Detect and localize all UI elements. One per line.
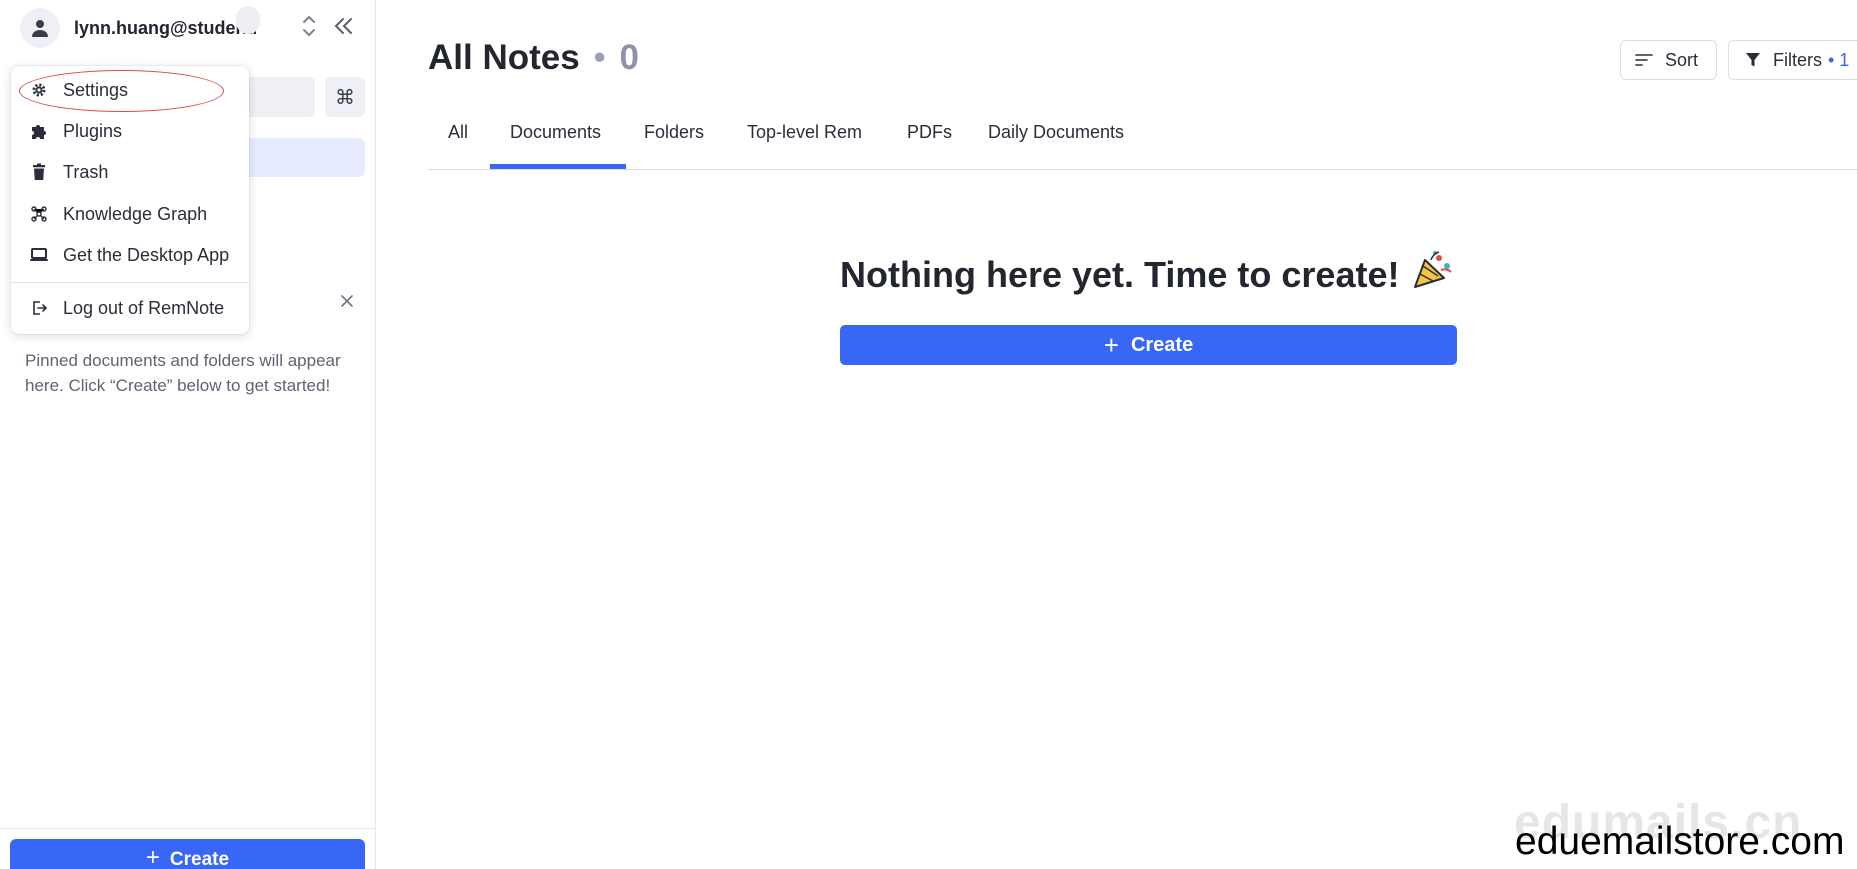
chevron-updown-icon[interactable] [300,13,318,44]
sort-button[interactable]: Sort [1620,40,1717,80]
sidebar-create-button[interactable]: + Create [10,839,365,869]
notes-count: 0 [619,38,639,77]
tab-label: PDFs [907,122,952,142]
tab-label: All [448,122,469,142]
filters-label: Filters [1773,49,1822,70]
logout-icon [28,297,50,319]
plus-icon: + [1103,330,1119,360]
command-button[interactable]: ⌘ [325,77,365,117]
menu-item-label: Plugins [63,120,123,141]
user-icon [32,20,48,37]
empty-state-title: Nothing here yet. Time to create! [840,250,1455,299]
menu-item-knowledge-graph[interactable]: Knowledge Graph [11,196,249,232]
tabs-divider [428,169,1857,170]
sort-label: Sort [1665,49,1699,70]
collapse-sidebar-icon[interactable] [332,13,356,44]
menu-item-label: Knowledge Graph [63,203,208,224]
sidebar-item-all-notes[interactable] [230,138,365,177]
divider [0,828,375,829]
sidebar-create-label: Create [169,849,230,869]
page-title: All Notes • 0 [428,38,639,78]
laptop-icon [28,244,50,266]
avatar [20,8,60,48]
tab-label: Documents [510,122,602,142]
tab-label: Top-level Rem [747,122,863,142]
menu-divider [11,282,249,283]
create-button[interactable]: + Create [840,325,1457,365]
menu-item-label: Settings [63,79,129,100]
menu-item-label: Log out of RemNote [63,297,225,318]
tab-top-level-rem[interactable]: Top-level Rem [747,105,862,169]
account-switcher[interactable]: lynn.huang@student. [20,8,256,48]
tab-folders[interactable]: Folders [644,105,704,169]
tab-label: Folders [644,122,705,142]
menu-item-settings[interactable]: Settings [11,72,249,108]
account-menu: Settings Plugins Trash Knowledge Graph G… [11,66,249,334]
title-separator: • [593,38,606,77]
tab-bar: All Documents Folders Top-level Rem PDFs… [428,105,1857,169]
gear-icon [28,79,50,101]
trash-icon [28,161,50,183]
tab-all[interactable]: All [448,105,485,169]
menu-item-desktop-app[interactable]: Get the Desktop App [11,237,249,273]
tab-daily-documents[interactable]: Daily Documents [988,105,1124,169]
menu-item-logout[interactable]: Log out of RemNote [11,290,249,326]
account-avatar-placeholder [236,6,260,34]
menu-item-label: Trash [63,161,109,182]
command-icon: ⌘ [335,86,355,109]
menu-item-label: Get the Desktop App [63,244,230,265]
filters-button[interactable]: Filters • 1 [1728,40,1857,80]
menu-item-plugins[interactable]: Plugins [11,113,249,149]
tab-pdfs[interactable]: PDFs [907,105,952,169]
menu-item-trash[interactable]: Trash [11,154,249,190]
create-label: Create [1130,333,1194,356]
main-content: All Notes • 0 Sort Filters • 1 All Docum… [377,0,1857,869]
plus-icon: + [145,844,160,869]
account-email: lynn.huang@student. [74,17,256,38]
sort-icon [1635,53,1653,67]
empty-state-text: Nothing here yet. Time to create! [840,253,1400,295]
pinned-empty-text: Pinned documents and folders will appear… [25,351,341,395]
graph-icon [28,203,50,225]
puzzle-icon [28,120,50,142]
filters-count-badge: • 1 [1828,49,1850,70]
tab-label: Daily Documents [988,122,1125,142]
close-icon[interactable] [340,294,354,313]
tab-documents[interactable]: Documents [490,105,626,169]
page-title-text: All Notes [428,38,580,77]
party-popper-icon [1411,250,1455,299]
filter-icon [1745,52,1761,68]
watermark: eduemailstore.com [1515,820,1845,863]
